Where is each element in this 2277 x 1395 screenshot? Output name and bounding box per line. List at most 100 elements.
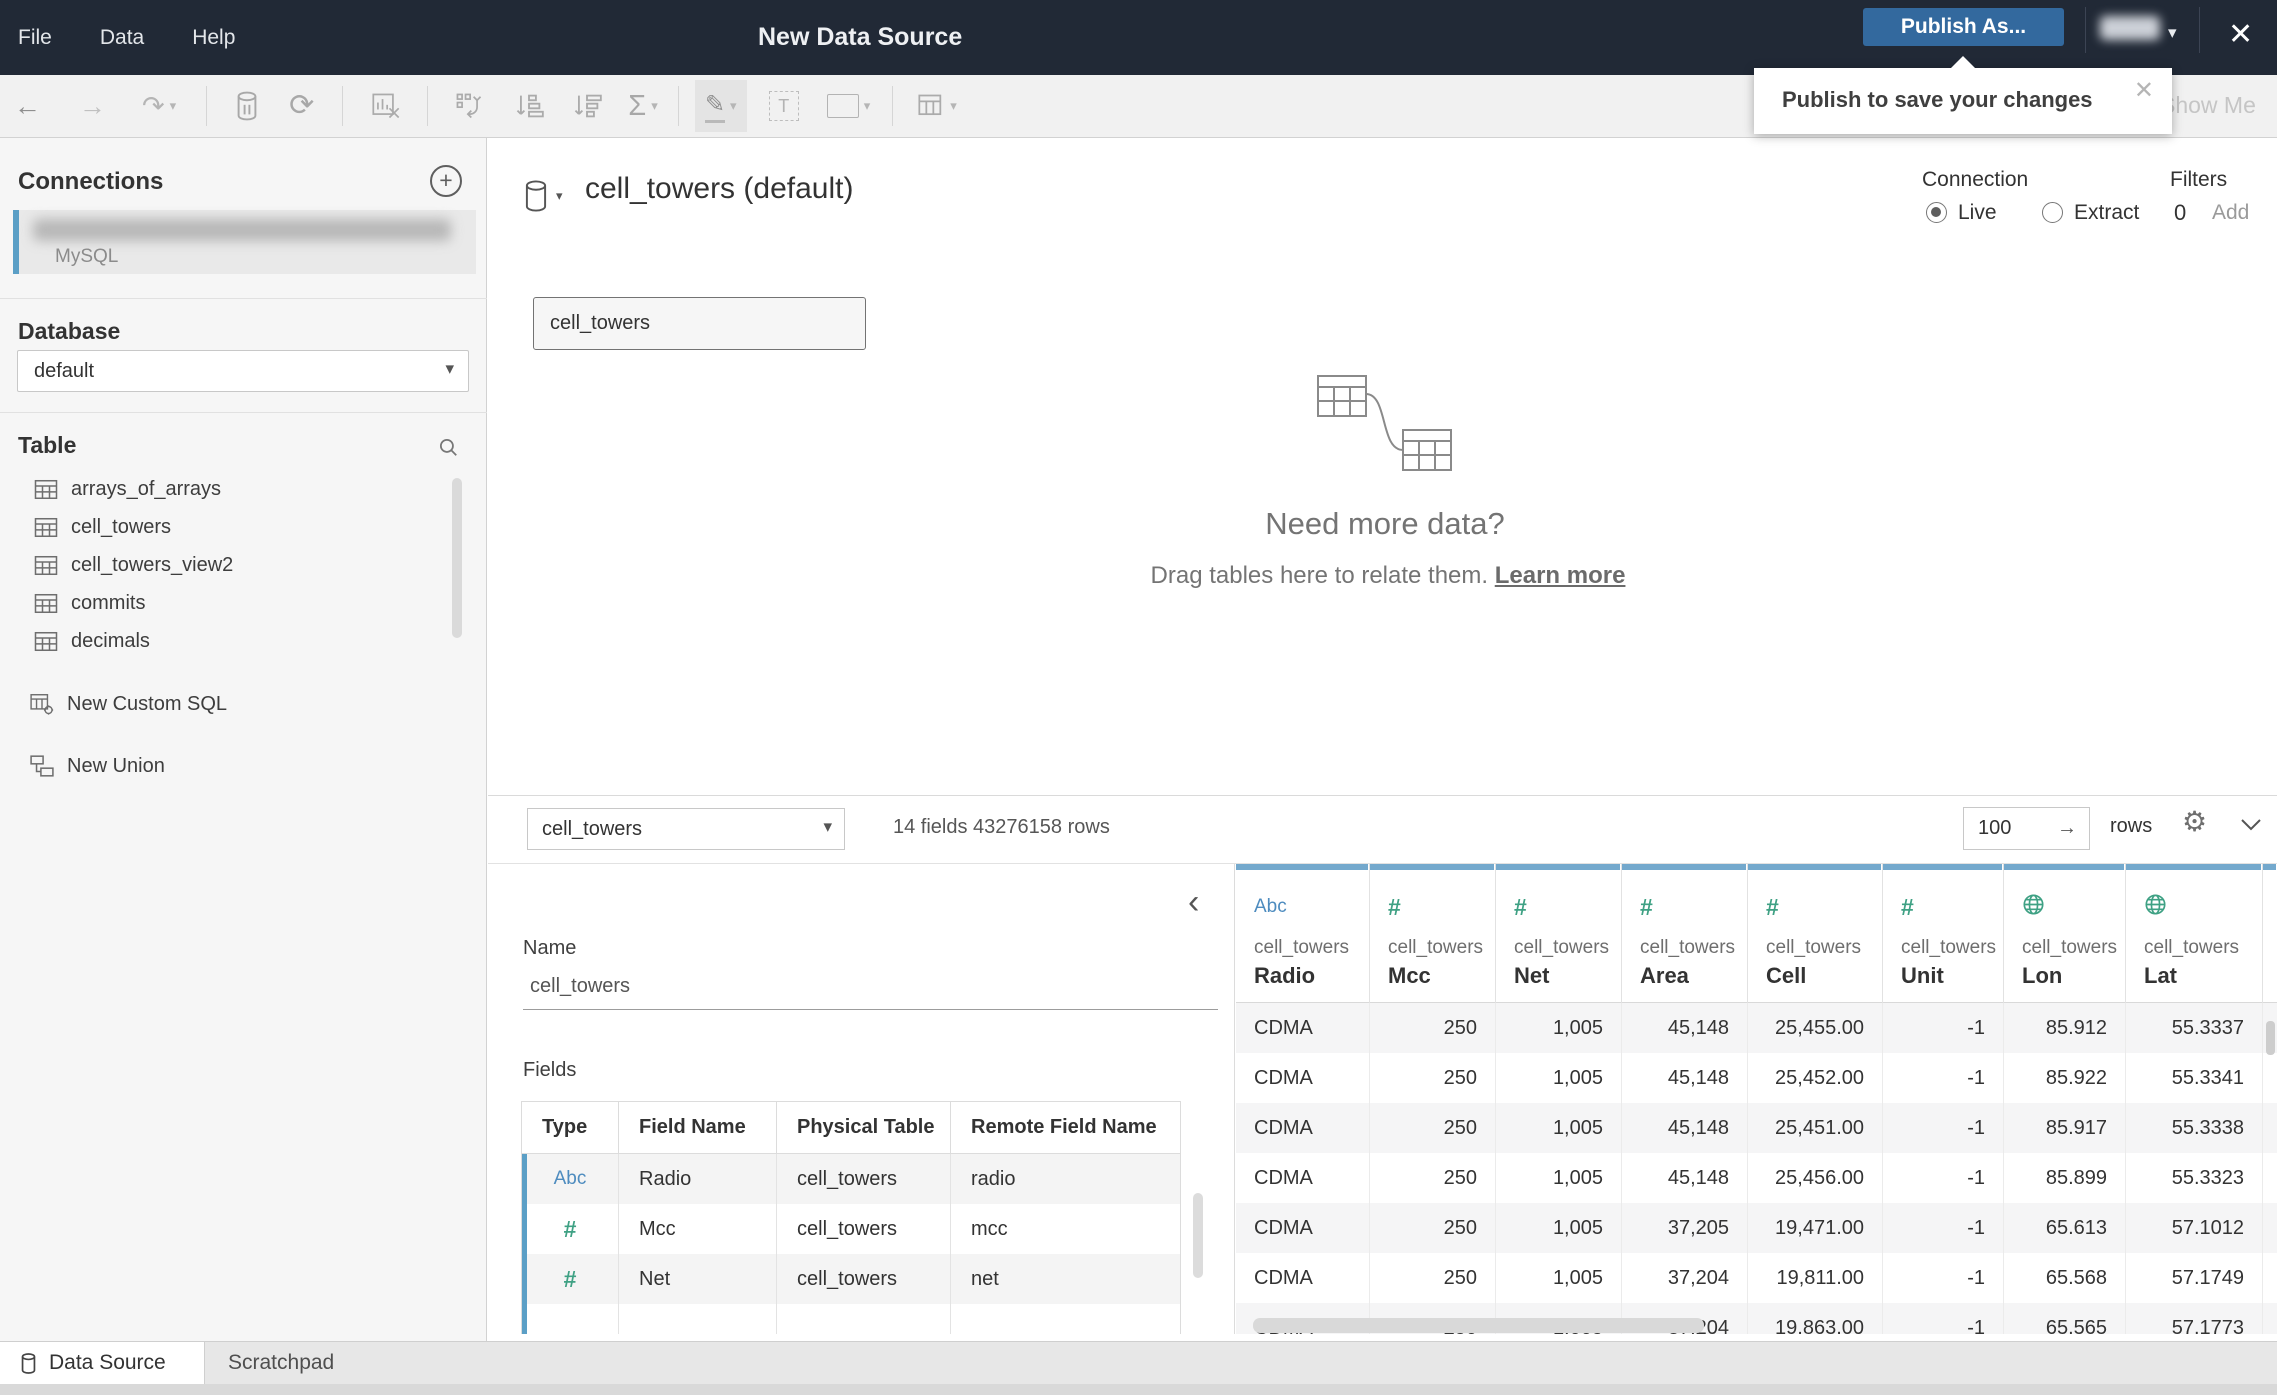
union-icon — [30, 755, 54, 777]
live-radio-label[interactable]: Live — [1958, 201, 1997, 225]
close-window-icon[interactable]: ✕ — [2228, 17, 2253, 52]
connection-item[interactable]: MySQL — [13, 210, 476, 274]
grid-column-header[interactable]: cell_towers Lon — [2004, 863, 2126, 1003]
column-source-label: cell_towers — [1766, 937, 1862, 958]
apply-row-limit-icon[interactable]: → — [2057, 808, 2077, 849]
table-list-scrollbar[interactable] — [452, 478, 462, 638]
grid-column-header[interactable]: # cell_towers Mcc — [1370, 863, 1496, 1003]
grid-column-header[interactable]: Abc cell_towers Radio — [1236, 863, 1370, 1003]
chevron-down-icon[interactable]: ▾ — [864, 98, 871, 114]
live-radio[interactable] — [1926, 202, 1947, 223]
grid-column-header[interactable]: # cell_towers Unit — [1883, 863, 2004, 1003]
user-account-menu[interactable] — [2100, 16, 2160, 40]
grid-cell: 37,204 — [1622, 1253, 1748, 1303]
grid-data-row: CDMA 250 1,005 45,148 25,456.00 -1 85.899 55.33… — [1236, 1153, 2277, 1203]
preview-table-selected: cell_towers — [542, 818, 643, 840]
sidebar-table-item[interactable]: cell_towers — [0, 508, 460, 546]
fields-table-row[interactable]: Abc Radio cell_towers radio — [522, 1154, 1180, 1204]
text-tool-icon[interactable]: T — [768, 91, 799, 121]
data-source-icon[interactable] — [235, 91, 259, 121]
extract-radio-label[interactable]: Extract — [2074, 201, 2139, 225]
datasource-cylinder-icon[interactable] — [523, 180, 549, 217]
grid-cell: 57.1773 — [2126, 1303, 2263, 1334]
tooltip-message: Publish to save your changes — [1782, 87, 2093, 112]
undo-icon[interactable]: ← — [14, 92, 41, 120]
tab-scratchpad[interactable]: Scratchpad — [228, 1342, 334, 1384]
totals-sigma-icon[interactable]: Σ — [628, 91, 646, 121]
database-select[interactable]: default ▾ — [17, 350, 469, 392]
grid-vertical-scrollbar[interactable] — [2266, 1021, 2275, 1055]
show-mark-labels-icon[interactable] — [917, 92, 945, 120]
sidebar-table-item[interactable]: cell_towers_view2 — [0, 546, 460, 584]
preview-table-select[interactable]: cell_towers ▾ — [527, 808, 845, 850]
column-accent-strip — [1622, 863, 1746, 870]
column-name-label: Mcc — [1388, 963, 1431, 988]
grid-cell: 1,005 — [1496, 1253, 1622, 1303]
canvas-table-chip[interactable]: cell_towers — [533, 297, 866, 350]
swap-rows-columns-icon[interactable] — [454, 91, 484, 121]
empty-state-title: Need more data? — [1265, 506, 1505, 541]
text-tool-glyph: T — [768, 91, 799, 121]
grid-column-header[interactable]: cell_towers Lat — [2126, 863, 2263, 1003]
show-me-button[interactable]: Show Me — [2160, 92, 2256, 119]
chevron-down-icon[interactable]: ▾ — [651, 98, 658, 114]
extract-radio[interactable] — [2042, 202, 2063, 223]
grid-column-header[interactable]: # cell_towers Net — [1496, 863, 1622, 1003]
gear-icon[interactable]: ⚙ — [2182, 805, 2207, 838]
filters-add-link[interactable]: Add — [2212, 201, 2249, 225]
menu-file[interactable]: File — [18, 26, 52, 50]
collapse-pane-icon[interactable]: ‹ — [1188, 885, 1199, 919]
grid-cell: CDMA — [1236, 1153, 1370, 1203]
fit-selector-icon[interactable] — [826, 94, 859, 118]
grid-data-row: CDMA 250 1,005 37,205 19,471.00 -1 65.613 57.10… — [1236, 1203, 2277, 1253]
new-custom-sql-item[interactable]: New Custom SQL — [0, 684, 460, 724]
collapse-preview-icon[interactable] — [2240, 818, 2262, 836]
fields-table-row[interactable] — [522, 1304, 1180, 1334]
column-source-label: cell_towers — [1901, 937, 1997, 958]
publish-as-button[interactable]: Publish As... — [1863, 8, 2064, 46]
search-icon[interactable] — [437, 436, 459, 463]
name-input[interactable]: cell_towers — [530, 975, 630, 998]
add-connection-icon[interactable]: + — [430, 165, 462, 197]
fields-table-scrollbar[interactable] — [1193, 1193, 1203, 1278]
sidebar-table-item[interactable]: commits — [0, 584, 460, 622]
menu-help[interactable]: Help — [192, 26, 235, 50]
replay-icon[interactable]: ↷ — [142, 92, 165, 120]
sidebar-divider — [0, 298, 487, 299]
grid-column-header[interactable]: # cell_towers Area — [1622, 863, 1748, 1003]
physical-table-cell: cell_towers — [777, 1204, 951, 1254]
grid-cell: 250 — [1370, 1053, 1496, 1103]
grid-cell: 45,148 — [1622, 1003, 1748, 1053]
menu-data[interactable]: Data — [100, 26, 144, 50]
connections-sidebar: Connections + MySQL Database default ▾ T… — [0, 138, 487, 1341]
chevron-down-icon[interactable]: ▾ — [950, 98, 957, 114]
sidebar-table-item[interactable]: decimals — [0, 622, 460, 660]
sort-descending-icon[interactable] — [572, 91, 603, 121]
grid-data-row: CDMA 250 1,005 45,148 25,455.00 -1 85.912 55.33… — [1236, 1003, 2277, 1053]
chevron-down-icon[interactable]: ▾ — [170, 98, 177, 114]
grid-data-row: CDMA 250 1,005 45,148 25,451.00 -1 85.917 55.33… — [1236, 1103, 2277, 1153]
table-item-label: arrays_of_arrays — [71, 477, 222, 500]
grid-column-header[interactable]: # cell_towers Cell — [1748, 863, 1883, 1003]
status-strip — [0, 1384, 2277, 1395]
refresh-icon[interactable]: ⟳ — [289, 91, 314, 121]
close-icon[interactable]: ✕ — [2134, 76, 2154, 105]
highlight-tool-button[interactable]: ✎ ▾ — [694, 80, 747, 132]
row-limit-input[interactable]: 100 → — [1963, 807, 2090, 850]
clear-sheet-icon[interactable] — [371, 91, 401, 121]
number-type-icon: # — [1766, 893, 1779, 920]
fields-table-row[interactable]: # Net cell_towers net — [522, 1254, 1180, 1304]
grid-horizontal-scrollbar[interactable] — [1253, 1318, 1704, 1333]
row-accent-bar — [522, 1154, 527, 1204]
name-label: Name — [523, 937, 577, 959]
redo-icon[interactable]: → — [79, 92, 106, 120]
chevron-down-icon[interactable]: ▾ — [556, 188, 563, 204]
learn-more-link[interactable]: Learn more — [1495, 562, 1626, 589]
toolbar-divider — [206, 86, 208, 126]
sidebar-table-item[interactable]: arrays_of_arrays — [0, 470, 460, 508]
sort-ascending-icon[interactable] — [514, 91, 545, 121]
tab-data-source[interactable]: Data Source — [0, 1342, 205, 1384]
fields-table-row[interactable]: # Mcc cell_towers mcc — [522, 1204, 1180, 1254]
grid-cell: 250 — [1370, 1253, 1496, 1303]
new-union-item[interactable]: New Union — [0, 746, 460, 786]
